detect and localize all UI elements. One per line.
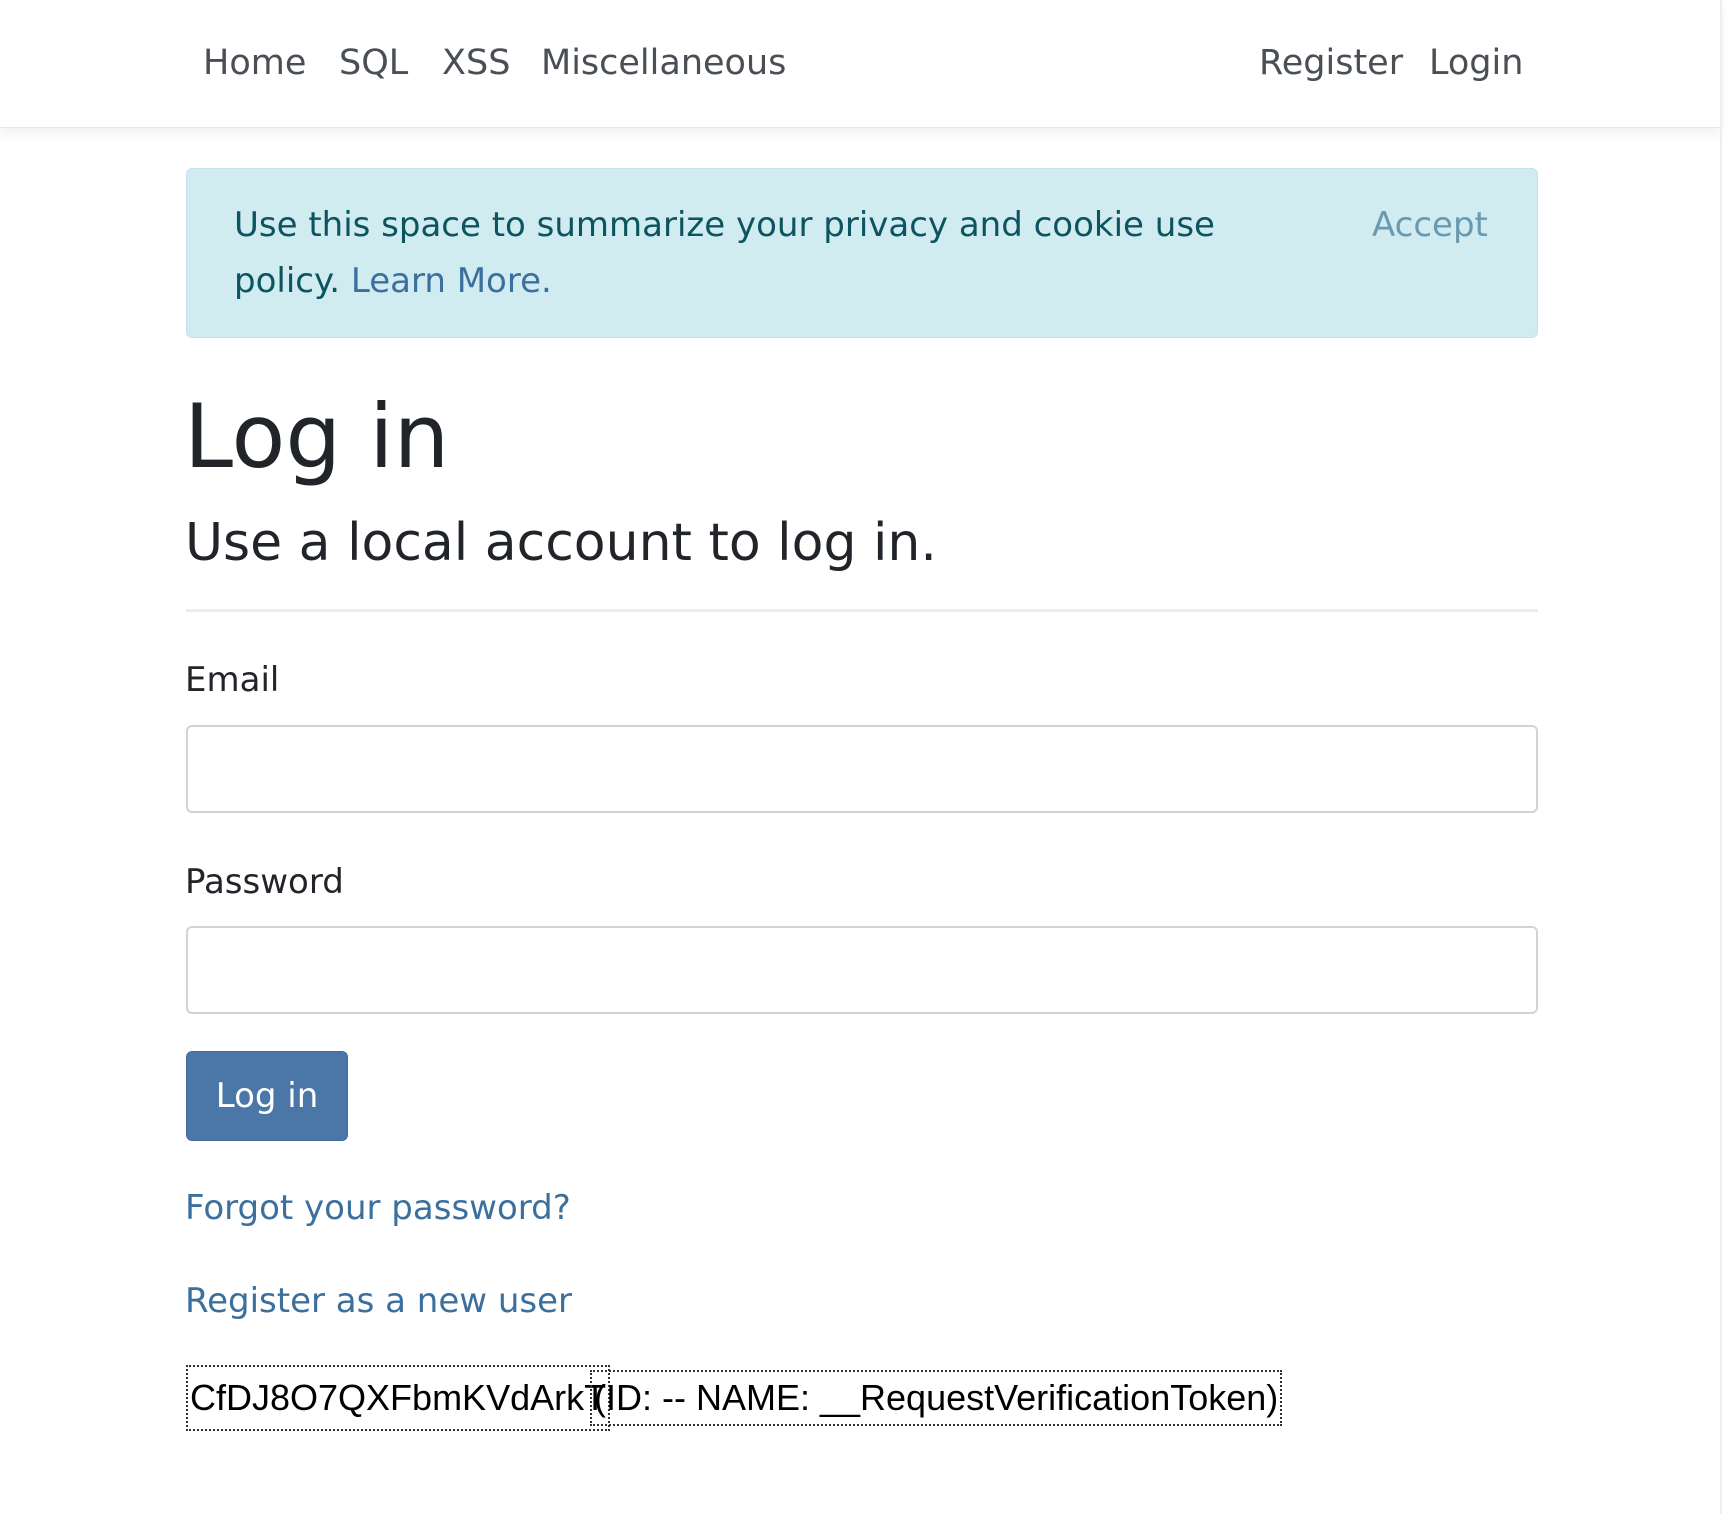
accept-cookies-button[interactable]: Accept bbox=[1372, 197, 1488, 253]
nav-login-link[interactable]: Login bbox=[1429, 41, 1523, 85]
cookie-message: Use this space to summarize your privacy… bbox=[234, 197, 1294, 309]
page-subtitle: Use a local account to log in. bbox=[185, 513, 937, 573]
scrollbar-track bbox=[1720, 0, 1722, 1514]
nav-xss-link[interactable]: XSS bbox=[442, 41, 510, 85]
email-label: Email bbox=[185, 660, 280, 700]
request-token-value: CfDJ8O7QXFbmKVdArkT bbox=[186, 1365, 611, 1431]
nav-miscellaneous-link[interactable]: Miscellaneous bbox=[541, 41, 786, 85]
email-field[interactable] bbox=[186, 725, 1538, 813]
section-divider bbox=[186, 609, 1538, 612]
request-token-meta: (ID: -- NAME: __RequestVerificationToken… bbox=[590, 1370, 1283, 1426]
register-new-user-link[interactable]: Register as a new user bbox=[185, 1279, 572, 1323]
password-label: Password bbox=[185, 862, 344, 902]
page-title: Log in bbox=[184, 385, 450, 488]
login-page: Home SQL XSS Miscellaneous Register Logi… bbox=[0, 0, 1725, 1514]
nav-sql-link[interactable]: SQL bbox=[339, 41, 408, 85]
learn-more-link[interactable]: Learn More. bbox=[351, 261, 552, 301]
forgot-password-link[interactable]: Forgot your password? bbox=[185, 1186, 571, 1230]
password-field[interactable] bbox=[186, 926, 1538, 1014]
cookie-consent-banner: Use this space to summarize your privacy… bbox=[186, 168, 1538, 338]
nav-home-link[interactable]: Home bbox=[203, 41, 306, 85]
login-button[interactable]: Log in bbox=[186, 1051, 348, 1141]
top-navbar: Home SQL XSS Miscellaneous Register Logi… bbox=[0, 0, 1722, 128]
nav-register-link[interactable]: Register bbox=[1259, 41, 1403, 85]
